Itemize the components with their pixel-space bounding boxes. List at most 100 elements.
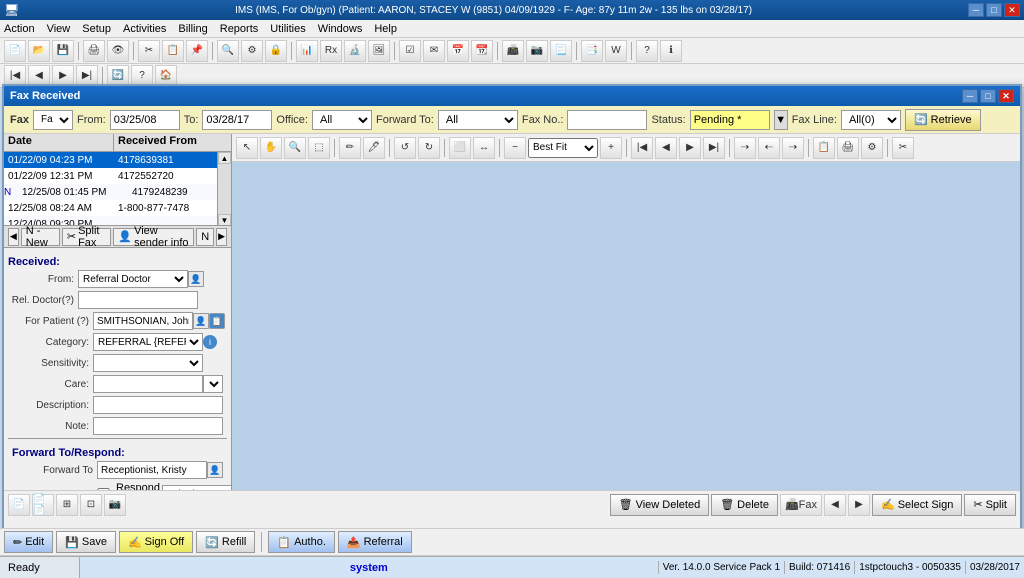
tb-print-btn[interactable]: 🖨 bbox=[83, 40, 105, 62]
tb-lab-btn[interactable]: 🔬 bbox=[344, 40, 366, 62]
care-dropdown[interactable] bbox=[203, 375, 223, 393]
tb-chart-btn[interactable]: 📊 bbox=[296, 40, 318, 62]
forward-to-input[interactable] bbox=[97, 461, 207, 479]
viewer-nav2-btn[interactable]: ⇠ bbox=[758, 137, 780, 159]
delete-button[interactable]: 🗑 Delete bbox=[711, 494, 778, 516]
tb-msg-btn[interactable]: ✉ bbox=[423, 40, 445, 62]
viewer-props-btn[interactable]: ⚙ bbox=[861, 137, 883, 159]
tb-appt-btn[interactable]: 📆 bbox=[471, 40, 493, 62]
viewer-fit-page-btn[interactable]: ⬜ bbox=[449, 137, 471, 159]
list-next-btn[interactable]: ▶ bbox=[216, 228, 227, 246]
list-scrollbar[interactable]: ▲ ▼ bbox=[217, 152, 231, 226]
close-button[interactable]: ✕ bbox=[1004, 3, 1020, 17]
menu-help[interactable]: Help bbox=[374, 23, 397, 35]
fax-row[interactable]: 01/22/09 04:23 PM 4178639381 bbox=[4, 152, 217, 168]
tb-copy-btn[interactable]: 📋 bbox=[162, 40, 184, 62]
viewer-zoom-area-btn[interactable]: ⬚ bbox=[308, 137, 330, 159]
from-lookup-btn[interactable]: 👤 bbox=[188, 271, 204, 287]
tb-word-btn[interactable]: W bbox=[605, 40, 627, 62]
menu-view[interactable]: View bbox=[47, 23, 71, 35]
fb-full-btn[interactable]: ⊡ bbox=[80, 494, 102, 516]
patient-lookup-btn[interactable]: 👤 bbox=[193, 313, 209, 329]
viewer-pencil-btn[interactable]: ✏ bbox=[339, 137, 361, 159]
fax-list-scroll[interactable]: 01/22/09 04:23 PM 4178639381 01/22/09 12… bbox=[4, 152, 217, 226]
viewer-zoom-out-btn[interactable]: − bbox=[504, 137, 526, 159]
tb-paste-btn[interactable]: 📌 bbox=[186, 40, 208, 62]
viewer-select-btn[interactable]: ↖ bbox=[236, 137, 258, 159]
minimize-button[interactable]: ─ bbox=[968, 3, 984, 17]
forward-to-select[interactable]: All bbox=[438, 110, 518, 130]
viewer-print-btn[interactable]: 🖨 bbox=[837, 137, 859, 159]
viewer-prev-page-btn[interactable]: ◀ bbox=[655, 137, 677, 159]
fax-line-select[interactable]: All(0) bbox=[841, 110, 901, 130]
patient-info-btn[interactable]: 📋 bbox=[209, 313, 225, 329]
viewer-last-page-btn[interactable]: ▶| bbox=[703, 137, 725, 159]
viewer-fit-width-btn[interactable]: ↔ bbox=[473, 137, 495, 159]
description-input[interactable] bbox=[93, 396, 223, 414]
fax-row[interactable]: N 12/25/08 01:45 PM 4179248239 bbox=[4, 184, 217, 200]
tb-help-btn[interactable]: ? bbox=[636, 40, 658, 62]
fax-no-input[interactable] bbox=[567, 110, 647, 130]
new-fax-button[interactable]: N - New bbox=[21, 228, 60, 246]
tb-cal-btn[interactable]: 📅 bbox=[447, 40, 469, 62]
fb-page-btn[interactable]: 📄 bbox=[8, 494, 30, 516]
viewer-copy-btn[interactable]: 📋 bbox=[813, 137, 835, 159]
category-select[interactable]: REFERRAL {REFERRALS} bbox=[93, 333, 203, 351]
tb-cut-btn[interactable]: ✂ bbox=[138, 40, 160, 62]
fax-row[interactable]: 01/22/09 12:31 PM 4172552720 bbox=[4, 168, 217, 184]
from-date-input[interactable] bbox=[110, 110, 180, 130]
viewer-zoom-in-btn[interactable]: + bbox=[600, 137, 622, 159]
scroll-up-btn[interactable]: ▲ bbox=[218, 152, 231, 164]
tb-img-btn[interactable]: 🖼 bbox=[368, 40, 390, 62]
viewer-zoom-btn[interactable]: 🔍 bbox=[284, 137, 306, 159]
from-select[interactable]: Referral Doctor bbox=[78, 270, 188, 288]
tb-doc-btn[interactable]: 📃 bbox=[550, 40, 572, 62]
category-info-btn[interactable]: i bbox=[203, 335, 217, 349]
menu-setup[interactable]: Setup bbox=[82, 23, 111, 35]
to-date-input[interactable] bbox=[202, 110, 272, 130]
autho-button[interactable]: 📋 Autho. bbox=[268, 531, 335, 553]
maximize-button[interactable]: □ bbox=[986, 3, 1002, 17]
fax-minimize-btn[interactable]: ─ bbox=[962, 89, 978, 103]
menu-utilities[interactable]: Utilities bbox=[270, 23, 305, 35]
tb-lock-btn[interactable]: 🔒 bbox=[265, 40, 287, 62]
fax-close-btn[interactable]: ✕ bbox=[998, 89, 1014, 103]
fax-send-btn[interactable]: 📠 Fax bbox=[780, 494, 822, 516]
nav-prev2-btn[interactable]: ◀ bbox=[824, 494, 846, 516]
save-button[interactable]: 💾 Save bbox=[56, 531, 116, 553]
zoom-select[interactable]: Best Fit 50% 75% 100% 150% 200% bbox=[528, 138, 598, 158]
fax-type-select[interactable]: Fax bbox=[33, 110, 73, 130]
rel-doctor-input[interactable] bbox=[78, 291, 198, 309]
viewer-rotate-left-btn[interactable]: ↺ bbox=[394, 137, 416, 159]
sign-off-button[interactable]: ✍ Sign Off bbox=[119, 531, 193, 553]
scroll-down-btn[interactable]: ▼ bbox=[218, 214, 231, 226]
tb-info-btn[interactable]: ℹ bbox=[660, 40, 682, 62]
viewer-rotate-right-btn[interactable]: ↻ bbox=[418, 137, 440, 159]
fb-thumbs-btn[interactable]: ⊞ bbox=[56, 494, 78, 516]
split-button[interactable]: ✂ Split bbox=[964, 494, 1016, 516]
tb-task-btn[interactable]: ☑ bbox=[399, 40, 421, 62]
forward-to-lookup-btn[interactable]: 👤 bbox=[207, 462, 223, 478]
tb-open-btn[interactable]: 📂 bbox=[28, 40, 50, 62]
menu-billing[interactable]: Billing bbox=[178, 23, 207, 35]
viewer-nav3-btn[interactable]: ⇢ bbox=[782, 137, 804, 159]
select-sign-button[interactable]: ✍ Select Sign bbox=[872, 494, 962, 516]
fb-scan-btn[interactable]: 📷 bbox=[104, 494, 126, 516]
tb-report-btn[interactable]: 📑 bbox=[581, 40, 603, 62]
tb-rx-btn[interactable]: Rx bbox=[320, 40, 342, 62]
edit-button[interactable]: ✏ Edit bbox=[4, 531, 53, 553]
tb-preview-btn[interactable]: 👁 bbox=[107, 40, 129, 62]
nav-next2-btn[interactable]: ▶ bbox=[848, 494, 870, 516]
sensitivity-select[interactable] bbox=[93, 354, 203, 372]
fax-maximize-btn[interactable]: □ bbox=[980, 89, 996, 103]
office-select[interactable]: All bbox=[312, 110, 372, 130]
referral-button[interactable]: 📤 Referral bbox=[338, 531, 412, 553]
tb-find-btn[interactable]: 🔍 bbox=[217, 40, 239, 62]
fb-multi-btn[interactable]: 📄📄 bbox=[32, 494, 54, 516]
view-deleted-button[interactable]: 🗑 View Deleted bbox=[610, 494, 710, 516]
flag-n-button[interactable]: N bbox=[196, 228, 214, 246]
tb-fax-btn[interactable]: 📠 bbox=[502, 40, 524, 62]
menu-reports[interactable]: Reports bbox=[220, 23, 259, 35]
split-fax-button[interactable]: ✂ Split Fax bbox=[62, 228, 112, 246]
menu-windows[interactable]: Windows bbox=[318, 23, 363, 35]
